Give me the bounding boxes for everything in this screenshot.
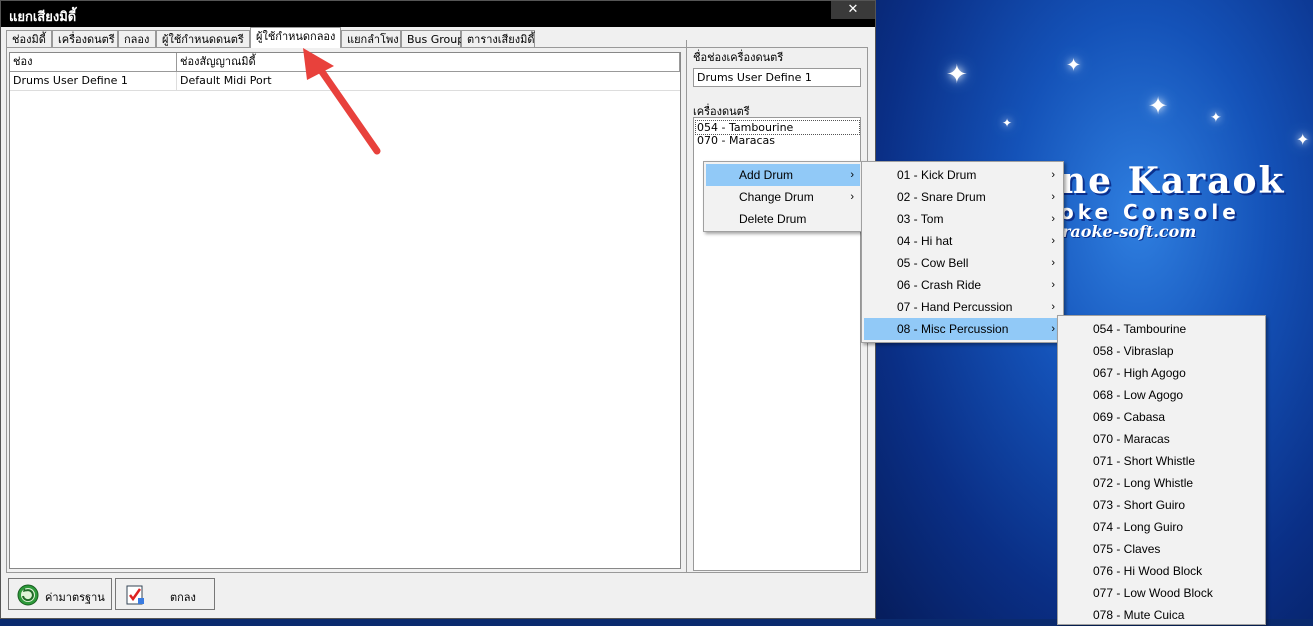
star-icon: ✦ [1210,110,1222,126]
menu-item-drum[interactable]: 078 - Mute Cuica [1060,604,1263,626]
name-label: ชื่อช่องเครื่องดนตรี [693,51,784,64]
channel-table: ช่อง ช่องสัญญาณมิดี้ Drums User Define 1… [9,52,681,569]
menu-item-drum[interactable]: 069 - Cabasa [1060,406,1263,428]
menu-item-drum[interactable]: 075 - Claves [1060,538,1263,560]
window-title: แยกเสียงมิดี้ [9,10,77,25]
star-icon: ✦ [946,60,968,90]
menu-item-drum[interactable]: 074 - Long Guiro [1060,516,1263,538]
tab-drums[interactable]: กลอง [118,30,156,47]
tab-midi-channels[interactable]: ช่องมิดี้ [6,30,52,47]
menu-item-hand-percussion[interactable]: 07 - Hand Percussion › [864,296,1061,318]
chevron-right-icon: › [1051,257,1055,269]
menu-item-cow-bell[interactable]: 05 - Cow Bell › [864,252,1061,274]
column-header-midi-port[interactable]: ช่องสัญญาณมิดี้ [177,53,680,71]
column-header-channel[interactable]: ช่อง [10,53,177,71]
menu-item-add-drum[interactable]: Add Drum › [706,164,860,186]
menu-item-crash-ride[interactable]: 06 - Crash Ride › [864,274,1061,296]
drum-group-submenu: 01 - Kick Drum › 02 - Snare Drum › 03 - To… [861,161,1064,343]
menu-item-drum[interactable]: 058 - Vibraslap [1060,340,1263,362]
chevron-right-icon: › [1051,279,1055,291]
channel-name-input[interactable]: Drums User Define 1 [693,68,861,87]
chevron-right-icon: › [1051,213,1055,225]
menu-item-delete-drum[interactable]: Delete Drum [706,208,860,230]
desktop-logo-url: raoke-soft.com [1062,222,1197,241]
menu-item-drum[interactable]: 070 - Maracas [1060,428,1263,450]
ok-button[interactable]: ตกลง [115,578,215,610]
menu-item-kick-drum[interactable]: 01 - Kick Drum › [864,164,1061,186]
menu-item-change-drum[interactable]: Change Drum › [706,186,860,208]
menu-item-tom[interactable]: 03 - Tom › [864,208,1061,230]
chevron-right-icon: › [1051,301,1055,313]
menu-item-drum[interactable]: 054 - Tambourine [1060,318,1263,340]
menu-item-drum[interactable]: 072 - Long Whistle [1060,472,1263,494]
cell-midi-port: Default Midi Port [180,74,272,87]
menu-item-drum[interactable]: 068 - Low Agogo [1060,384,1263,406]
tab-user-instruments[interactable]: ผู้ใช้กำหนดดนตรี [156,30,250,47]
star-icon: ✦ [1066,55,1082,76]
misc-percussion-submenu: 054 - Tambourine 058 - Vibraslap 067 - H… [1057,315,1266,625]
ok-button-label: ตกลง [170,591,196,604]
chevron-right-icon: › [1051,191,1055,203]
table-row[interactable]: Drums User Define 1 Default Midi Port [10,72,680,91]
menu-item-snare-drum[interactable]: 02 - Snare Drum › [864,186,1061,208]
list-item[interactable]: 054 - Tambourine [695,120,860,135]
list-item[interactable]: 070 - Maracas [696,134,775,147]
tab-midi-table[interactable]: ตารางเสียงมิดี้ [461,30,535,47]
tab-bus-group[interactable]: Bus Group [401,30,464,47]
star-icon: ✦ [1296,130,1310,149]
menu-item-misc-percussion[interactable]: 08 - Misc Percussion › [864,318,1061,340]
menu-item-drum[interactable]: 076 - Hi Wood Block [1060,560,1263,582]
star-icon: ✦ [1002,116,1013,130]
cell-channel: Drums User Define 1 [10,72,177,90]
menu-item-drum[interactable]: 077 - Low Wood Block [1060,582,1263,604]
desktop-logo-line1: ne Karaok [1060,160,1286,202]
menu-item-drum[interactable]: 071 - Short Whistle [1060,450,1263,472]
table-header: ช่อง ช่องสัญญาณมิดี้ [10,53,680,72]
tab-user-drums[interactable]: ผู้ใช้กำหนดกลอง [250,27,341,48]
context-menu: Add Drum › Change Drum › Delete Drum [703,161,863,232]
title-bar[interactable]: แยกเสียงมิดี้ ✕ [1,1,875,27]
chevron-right-icon: › [1051,169,1055,181]
default-button-label: ค่ามาตรฐาน [45,591,105,604]
tab-instruments[interactable]: เครื่องดนตรี [52,30,118,47]
refresh-icon [17,584,39,606]
checklist-icon [126,585,144,605]
close-button[interactable]: ✕ [831,1,875,19]
star-icon: ✦ [1148,92,1169,120]
tab-speakers[interactable]: แยกลำโพง [341,30,401,47]
chevron-right-icon: › [850,191,854,203]
menu-item-drum[interactable]: 073 - Short Guiro [1060,494,1263,516]
menu-item-drum[interactable]: 067 - High Agogo [1060,362,1263,384]
menu-item-hi-hat[interactable]: 04 - Hi hat › [864,230,1061,252]
default-button[interactable]: ค่ามาตรฐาน [8,578,112,610]
desktop-logo-line2: oke Console [1060,200,1240,224]
chevron-right-icon: › [1051,235,1055,247]
chevron-right-icon: › [850,169,854,181]
chevron-right-icon: › [1051,323,1055,335]
